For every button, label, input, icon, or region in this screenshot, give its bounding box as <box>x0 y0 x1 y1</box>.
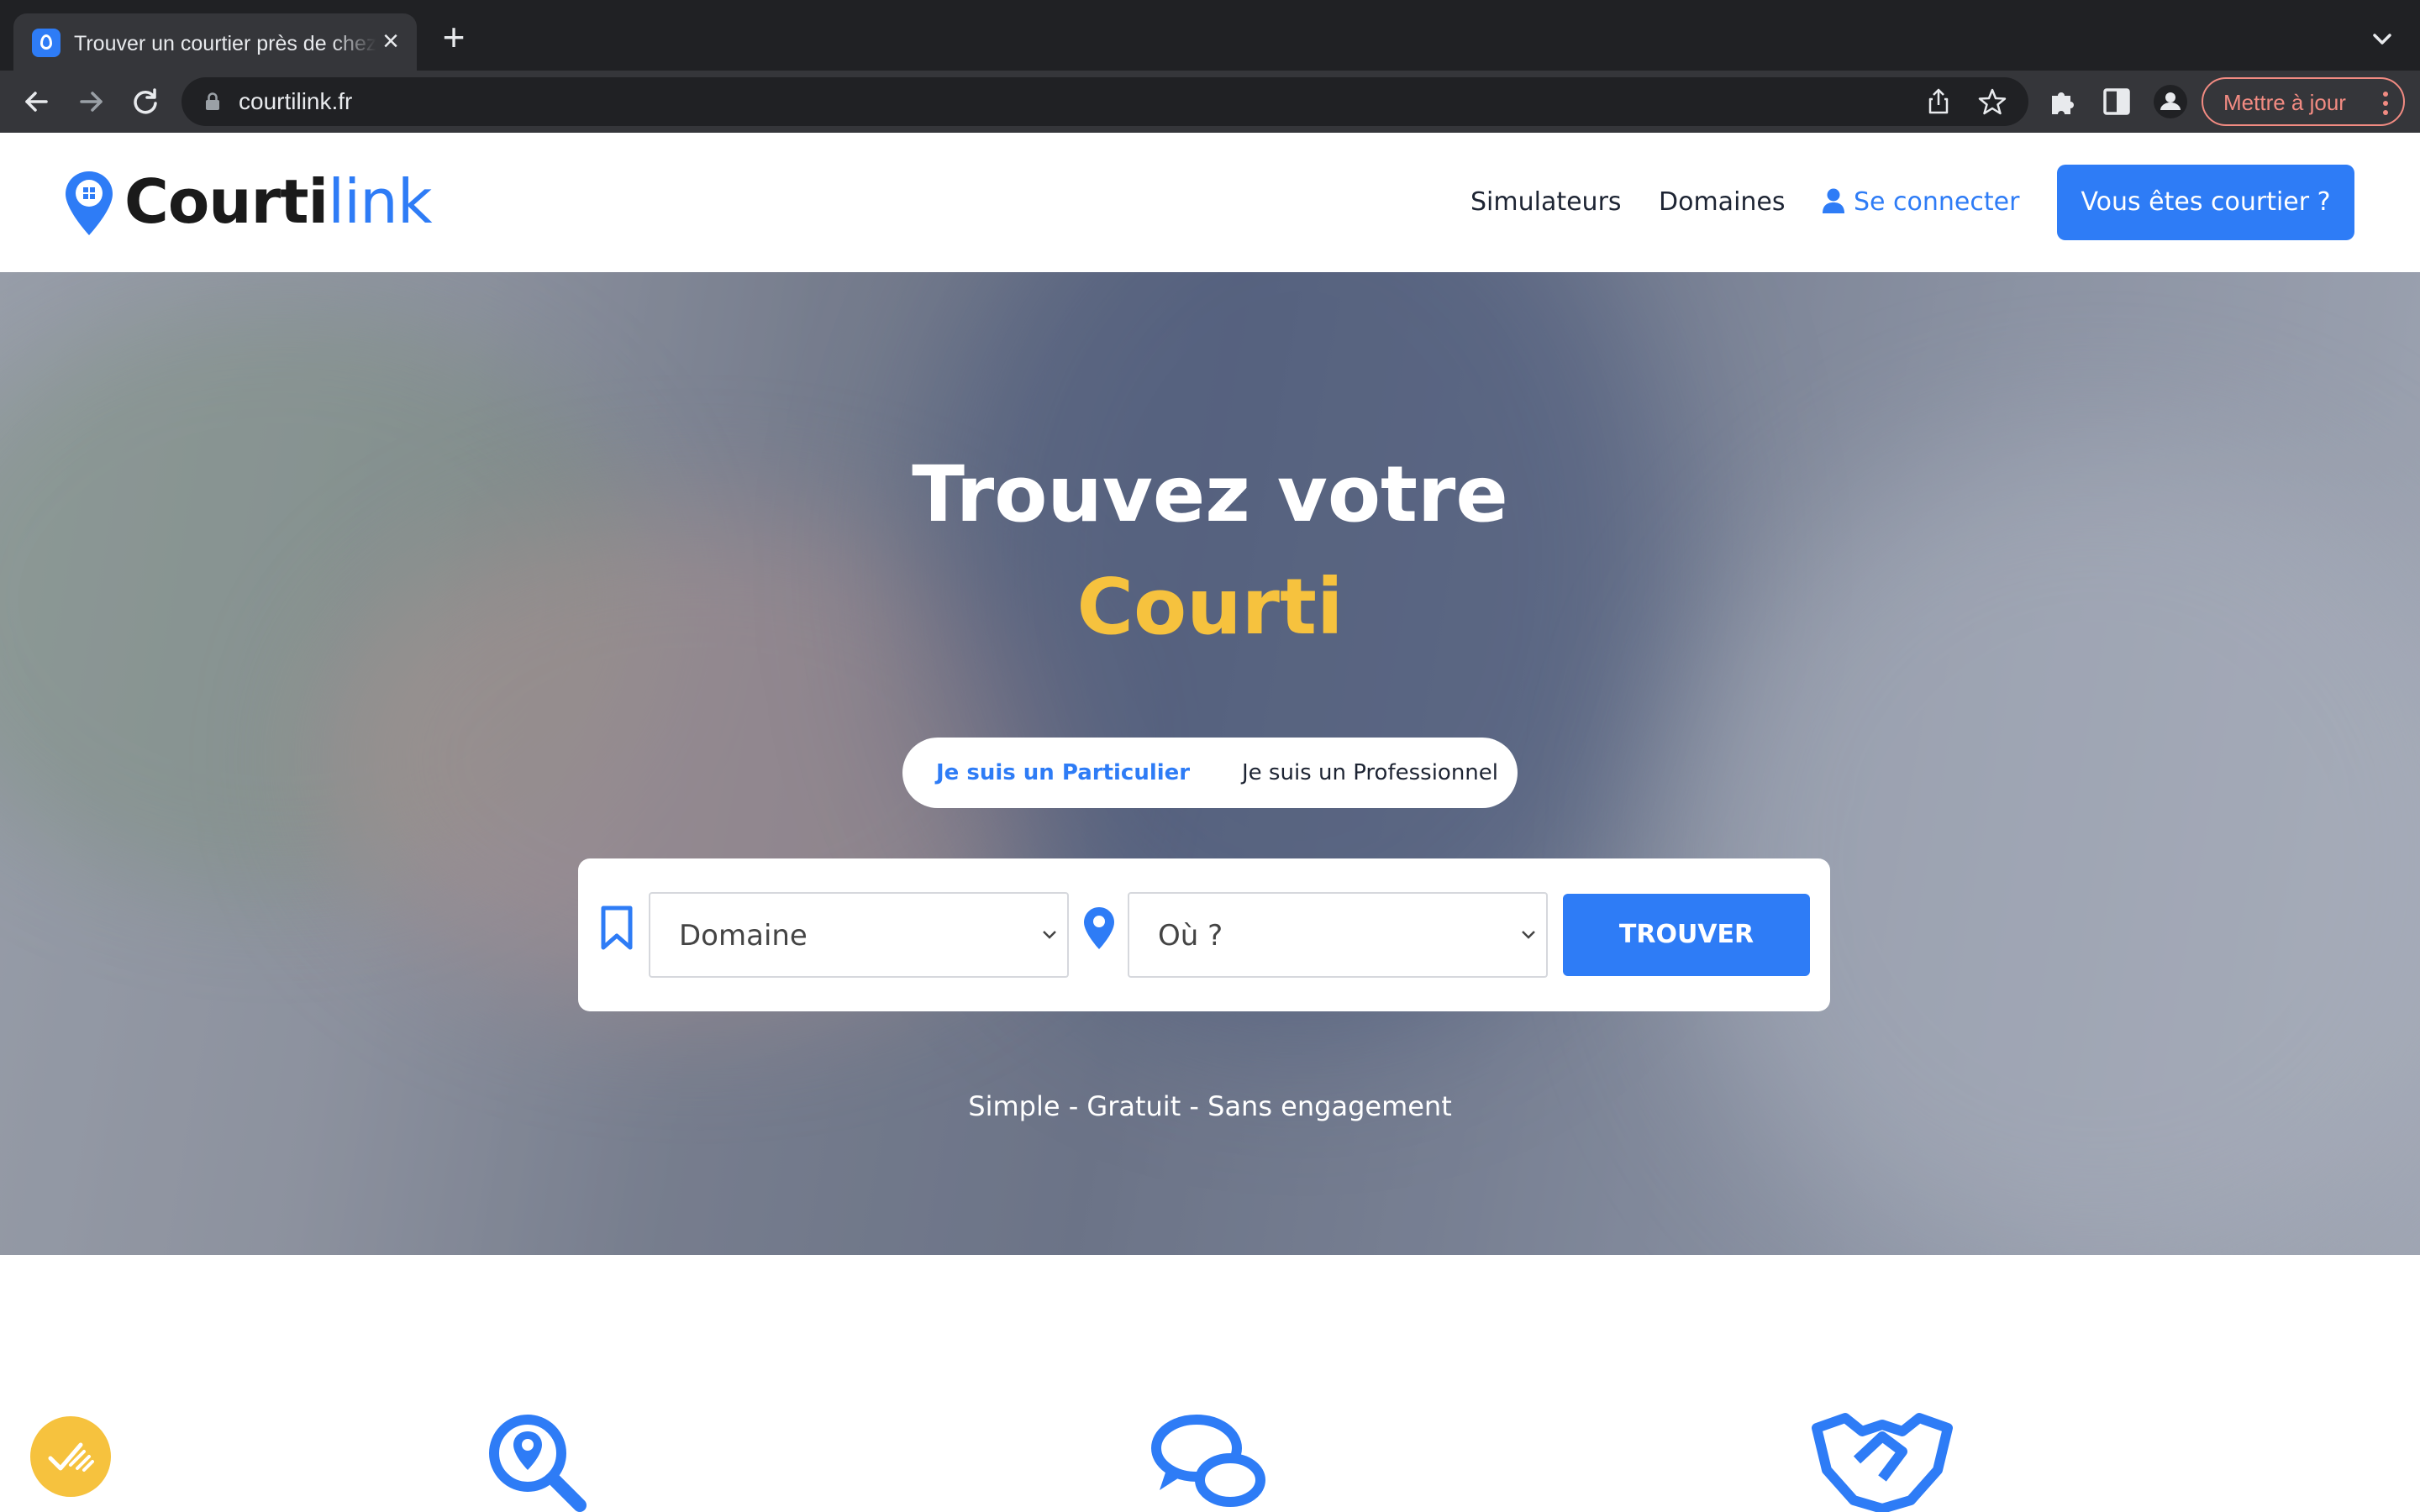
chat-bubbles-icon <box>1151 1415 1265 1507</box>
forward-arrow-icon[interactable] <box>72 82 111 121</box>
more-menu-icon[interactable] <box>2383 91 2388 116</box>
handshake-icon <box>1812 1413 1953 1512</box>
lock-icon[interactable] <box>205 92 220 111</box>
address-bar[interactable]: courtilink.fr <box>182 77 2028 126</box>
login-label: Se connecter <box>1854 187 2020 217</box>
logo-part-2: link <box>328 166 432 237</box>
update-button-label: Mettre à jour <box>2223 90 2346 115</box>
chevron-down-icon <box>1522 931 1535 939</box>
url-text[interactable]: courtilink.fr <box>239 86 352 118</box>
site-header: Courtilink Simulateurs Domaines Se conne… <box>0 133 2420 272</box>
login-link[interactable]: Se connecter <box>1822 183 2019 222</box>
reload-icon[interactable] <box>126 82 165 121</box>
accessibility-check-icon <box>48 1442 94 1472</box>
domain-select-value: Domaine <box>679 919 808 953</box>
domain-select[interactable]: Domaine <box>649 892 1069 978</box>
toggle-professionnel[interactable]: Je suis un Professionnel <box>1242 754 1498 791</box>
tab-list-chevron-icon[interactable] <box>2370 27 2395 52</box>
back-arrow-icon[interactable] <box>17 82 55 121</box>
profile-avatar-icon[interactable] <box>2153 84 2188 119</box>
location-search-icon <box>489 1415 587 1512</box>
browser-toolbar: courtilink.fr Mettre à jour <box>0 71 2420 133</box>
hero-subtitle: Courti <box>1076 562 1344 652</box>
audience-toggle: Je suis un Particulier Je suis un Profes… <box>902 738 1518 808</box>
nav-simulateurs[interactable]: Simulateurs <box>1470 183 1622 222</box>
share-icon[interactable] <box>1923 86 1954 118</box>
user-icon <box>1823 188 1844 213</box>
tab-close-icon[interactable]: × <box>376 27 405 56</box>
find-button[interactable]: TROUVER <box>1563 894 1810 976</box>
browser-tabstrip: Trouver un courtier près de chez vous × … <box>0 0 2420 71</box>
toggle-particulier[interactable]: Je suis un Particulier <box>936 754 1190 791</box>
side-panel-icon[interactable] <box>2099 84 2134 119</box>
site-favicon-icon <box>32 29 60 57</box>
hero-section: Trouvez votre Courti Je suis un Particul… <box>0 272 2420 1255</box>
location-pin-icon <box>1084 907 1114 949</box>
bookmark-star-icon[interactable] <box>1976 86 2008 118</box>
nav-domaines[interactable]: Domaines <box>1659 183 1786 222</box>
location-select[interactable]: Où ? <box>1128 892 1548 978</box>
update-button[interactable]: Mettre à jour <box>2202 77 2405 126</box>
broker-cta-button[interactable]: Vous êtes courtier ? <box>2057 165 2354 240</box>
logo-part-1: Courti <box>124 166 329 237</box>
tab-title: Trouver un courtier près de chez vous <box>74 32 376 55</box>
bookmark-icon <box>601 906 633 950</box>
hero-tagline: Simple - Gratuit - Sans engagement <box>968 1090 1452 1122</box>
chevron-down-icon <box>1043 931 1056 939</box>
new-tab-icon[interactable]: + <box>437 18 471 56</box>
accessibility-widget-button[interactable] <box>30 1416 111 1497</box>
hero-title: Trouvez votre <box>912 449 1508 539</box>
logo-pin-icon[interactable] <box>64 170 114 237</box>
browser-tab-active[interactable]: Trouver un courtier près de chez vous × <box>13 13 417 71</box>
search-card: Domaine Où ? TROUVER <box>578 858 1830 1011</box>
extensions-puzzle-icon[interactable] <box>2045 84 2081 119</box>
location-select-value: Où ? <box>1158 919 1223 953</box>
logo-wordmark[interactable]: Courtilink <box>124 161 433 242</box>
